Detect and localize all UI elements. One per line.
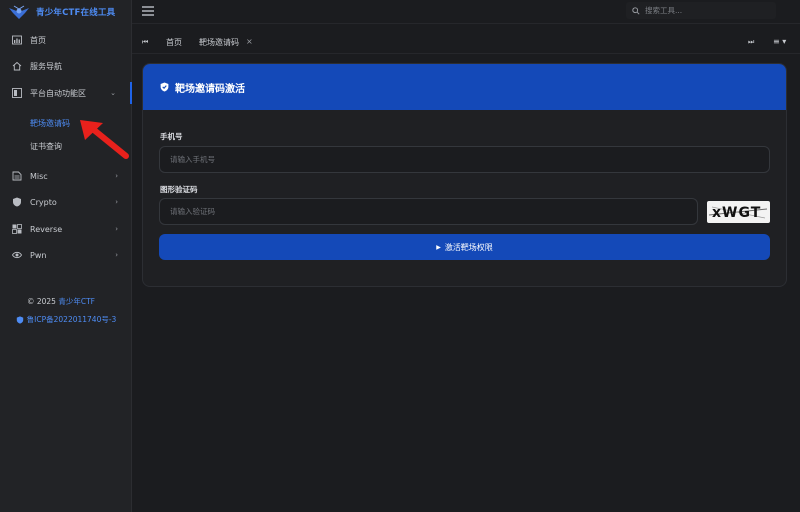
tab-scroll-right-icon[interactable]: ⏭ <box>748 38 754 47</box>
card-title: 靶场邀请码激活 <box>175 83 245 95</box>
sidebar-item-label: Pwn <box>30 250 47 260</box>
tab-home[interactable]: 首页 <box>166 37 182 48</box>
chevron-right-icon: › <box>115 172 118 180</box>
footer-copyright: © 2025 青少年CTF <box>0 296 122 307</box>
play-icon: ▶ <box>436 243 441 251</box>
activate-button-label: 激活靶场权限 <box>444 242 493 252</box>
search-icon <box>632 6 640 15</box>
search-input[interactable]: 搜索工具... <box>626 2 776 19</box>
sidebar-item-misc[interactable]: Misc › <box>0 165 132 187</box>
phone-placeholder: 请输入手机号 <box>170 155 215 164</box>
captcha-image[interactable]: xWGT <box>707 201 770 223</box>
captcha-label: 图形验证码 <box>160 185 198 194</box>
captcha-placeholder: 请输入验证码 <box>170 207 215 216</box>
eye-icon <box>12 250 22 260</box>
puzzle-icon <box>12 224 22 234</box>
card-header: 靶场邀请码激活 <box>143 64 786 110</box>
search-placeholder: 搜索工具... <box>645 6 683 15</box>
home-icon <box>12 61 22 71</box>
tab-invite-code[interactable]: 靶场邀请码 <box>199 37 239 48</box>
copyright-brand-link[interactable]: 青少年CTF <box>58 297 95 306</box>
sidebar-item-service-nav[interactable]: 服务导航 <box>0 55 132 77</box>
copyright-prefix: © 2025 <box>26 297 56 306</box>
top-header: 搜索工具... <box>132 0 800 24</box>
sidebar-item-label: Reverse <box>30 224 63 234</box>
captcha-input[interactable]: 请输入验证码 <box>159 198 698 225</box>
sidebar-item-label: 服务导航 <box>30 61 62 71</box>
sidebar-item-label: 平台自动功能区 <box>30 88 86 98</box>
shield-icon <box>12 197 22 207</box>
sidebar-item-label: 首页 <box>30 35 46 45</box>
chevron-right-icon: › <box>115 198 118 206</box>
sidebar-subitem-label: 靶场邀请码 <box>30 118 70 128</box>
sidebar-item-label: Misc <box>30 171 48 181</box>
icp-link[interactable]: 鲁ICP备2022011740号-3 <box>0 314 132 325</box>
sidebar-item-platform-functions[interactable]: 平台自动功能区 ⌄ <box>0 82 132 104</box>
grid-icon <box>12 88 22 98</box>
activate-button[interactable]: ▶ 激活靶场权限 <box>159 234 770 260</box>
sidebar-item-home[interactable]: 首页 <box>0 29 132 51</box>
tab-bar: ⏮ 首页 靶场邀请码 × ⏭ ≡ ▾ <box>132 32 800 54</box>
close-icon[interactable]: × <box>246 37 253 46</box>
logo-emblem-icon <box>9 5 29 19</box>
sidebar-item-reverse[interactable]: Reverse › <box>0 218 132 240</box>
invite-activation-card: 靶场邀请码激活 手机号 请输入手机号 图形验证码 请输入验证码 xWGT ▶ 激… <box>142 63 787 287</box>
menu-toggle-icon[interactable] <box>142 6 154 16</box>
chevron-right-icon: › <box>115 225 118 233</box>
sidebar-item-label: Crypto <box>30 197 57 207</box>
tab-scroll-left-icon[interactable]: ⏮ <box>142 38 148 47</box>
captcha-text: xWGT <box>712 205 761 221</box>
logo[interactable]: 青少年CTF在线工具 <box>0 0 132 24</box>
sidebar-item-pwn[interactable]: Pwn › <box>0 244 132 266</box>
chevron-down-icon: ⌄ <box>110 89 116 97</box>
file-icon <box>12 171 22 181</box>
tab-menu-icon[interactable]: ≡ ▾ <box>773 37 786 46</box>
sidebar: 青少年CTF在线工具 首页 服务导航 平台自动功能区 ⌄ 靶场邀请码 证书查询 <box>0 0 132 512</box>
phone-input[interactable]: 请输入手机号 <box>159 146 770 173</box>
icp-text: 鲁ICP备2022011740号-3 <box>26 315 117 324</box>
shield-icon <box>16 315 23 324</box>
shield-check-icon <box>160 82 169 92</box>
annotation-arrow-icon <box>80 120 129 159</box>
chevron-right-icon: › <box>115 251 118 259</box>
sidebar-item-crypto[interactable]: Crypto › <box>0 191 132 213</box>
phone-label: 手机号 <box>160 132 183 141</box>
chart-icon <box>12 35 22 45</box>
sidebar-subitem-label: 证书查询 <box>30 141 62 151</box>
logo-text: 青少年CTF在线工具 <box>36 8 116 18</box>
